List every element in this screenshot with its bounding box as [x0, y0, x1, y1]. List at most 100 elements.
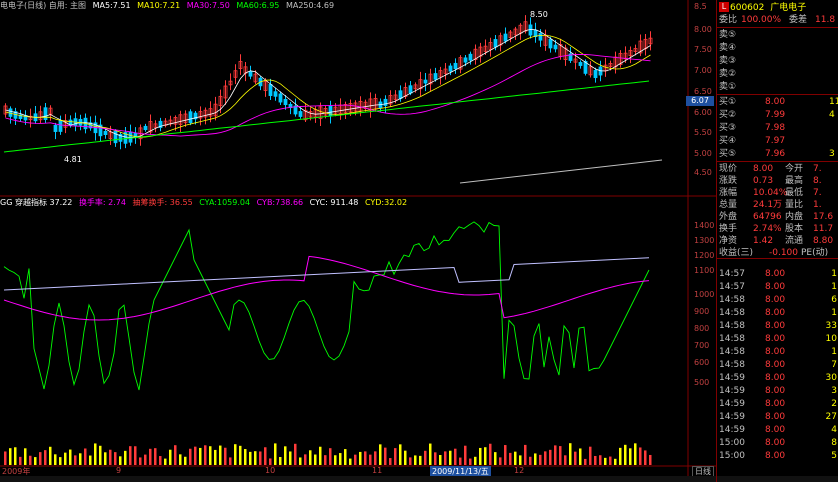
tick-volume: 1	[831, 308, 837, 318]
volume-bar	[154, 448, 157, 465]
ask-row: 卖①	[717, 81, 838, 93]
bid-label: 买④	[719, 136, 737, 146]
ask-label: 卖②	[719, 69, 737, 79]
volume-bar	[269, 458, 272, 465]
tick-price: 8.00	[765, 282, 786, 292]
volume-bar	[619, 447, 622, 465]
volume-bar	[89, 455, 92, 465]
weibi-row: 委比 100.00% 委差 11.8	[719, 15, 836, 25]
volume-bar	[574, 451, 577, 465]
quote-value: 17.6	[813, 212, 834, 222]
tick-price: 8.00	[765, 399, 786, 409]
tick-price: 8.00	[765, 321, 786, 331]
quote-value: 1.	[813, 200, 822, 210]
bid-volume: 1171	[829, 97, 838, 107]
tick-time: 14:58	[719, 347, 745, 357]
volume-bar	[394, 448, 397, 465]
tick-price: 8.00	[765, 308, 786, 318]
ma10-line	[5, 35, 651, 138]
tick-time: 14:57	[719, 282, 745, 292]
quote-row: 总量 24.1万 量比 1.	[717, 199, 838, 211]
candle-body	[503, 33, 508, 42]
candle-body	[58, 120, 63, 132]
tick-time: 14:59	[719, 399, 745, 409]
tick-price: 8.00	[765, 412, 786, 422]
current-price-badge: 6.07	[686, 96, 714, 106]
ind-tick: 1400	[694, 221, 715, 230]
volume-bar	[464, 445, 467, 465]
volume-bar	[304, 454, 307, 465]
tick-volume: 33	[825, 321, 837, 331]
candle-body	[453, 62, 458, 70]
tick-time: 14:58	[719, 321, 745, 331]
chart-canvas[interactable]	[0, 0, 716, 482]
tick-row: 14:58 8.00 1	[717, 307, 838, 319]
quote-row: 涨幅 10.04% 最低 7.	[717, 187, 838, 199]
ind-tick: 800	[694, 324, 710, 333]
price-tick: 5.00	[694, 149, 712, 158]
volume-bar	[159, 456, 162, 465]
indicator-name: GG 穿越指标 37.22	[0, 198, 73, 207]
volume-bar	[169, 449, 172, 465]
candle-body	[538, 33, 543, 41]
ind-tick: 600	[694, 358, 710, 367]
tick-volume: 1	[831, 282, 837, 292]
tick-time: 14:57	[719, 269, 745, 279]
volume-bar	[124, 450, 127, 465]
indicator-panel[interactable]	[3, 221, 650, 391]
quote-label: 量比	[785, 200, 804, 210]
tick-time: 14:59	[719, 386, 745, 396]
volume-bar	[349, 458, 352, 465]
ask-row: 卖⑤	[717, 29, 838, 41]
huanshou-label: 换手率: 2.74	[78, 198, 126, 207]
candle-body	[448, 65, 453, 72]
ind-tick: 1100	[694, 266, 715, 275]
volume-bar	[294, 443, 297, 465]
quote-label: 换手	[719, 224, 738, 234]
quote-label: 现价	[719, 164, 738, 174]
volume-bar	[379, 444, 382, 465]
tick-row: 14:57 8.00 1	[717, 281, 838, 293]
volume-bar	[399, 444, 402, 465]
volume-bar	[114, 452, 117, 465]
quote-row: 净资 1.42 流通 8.80	[717, 235, 838, 247]
price-tick: 7.50	[694, 45, 712, 54]
volume-bar	[179, 454, 182, 465]
volume-bar	[119, 456, 122, 465]
tick-time: 15:00	[719, 438, 745, 448]
ask-label: 卖③	[719, 56, 737, 66]
price-tick: 6.50	[694, 87, 712, 96]
volume-bar	[459, 457, 462, 465]
volume-bar	[434, 452, 437, 465]
ind-tick: 700	[694, 341, 710, 350]
price-panel[interactable]	[3, 15, 663, 184]
volume-bar	[79, 453, 82, 465]
volume-bar	[429, 443, 432, 465]
candle-body	[398, 90, 403, 99]
volume-bar	[424, 450, 427, 465]
quote-value: 2.74%	[753, 224, 782, 234]
volume-bar	[69, 449, 72, 465]
volume-panel	[4, 443, 652, 465]
bid-price: 8.00	[765, 97, 786, 107]
volume-bar	[264, 447, 267, 465]
volume-bar	[389, 458, 392, 465]
quote-value: 8.80	[813, 236, 834, 246]
ind-tick: 500	[694, 378, 710, 387]
ind-tick: 1300	[694, 236, 715, 245]
quote-value: 7.	[813, 164, 822, 174]
volume-bar	[559, 446, 562, 465]
volume-bar	[339, 453, 342, 465]
volume-bar	[419, 455, 422, 465]
tick-row: 14:58 8.00 1	[717, 346, 838, 358]
volume-bar	[544, 451, 547, 465]
candle-body	[103, 130, 108, 136]
volume-bar	[314, 454, 317, 465]
volume-bar	[649, 454, 652, 465]
candle-body	[248, 71, 253, 77]
volume-bar	[604, 457, 607, 465]
quote-value: 1.42	[753, 236, 774, 246]
volume-bar	[194, 446, 197, 465]
stock-header: L 600602 广电电子	[717, 0, 838, 14]
quote-label: 总量	[719, 200, 738, 210]
